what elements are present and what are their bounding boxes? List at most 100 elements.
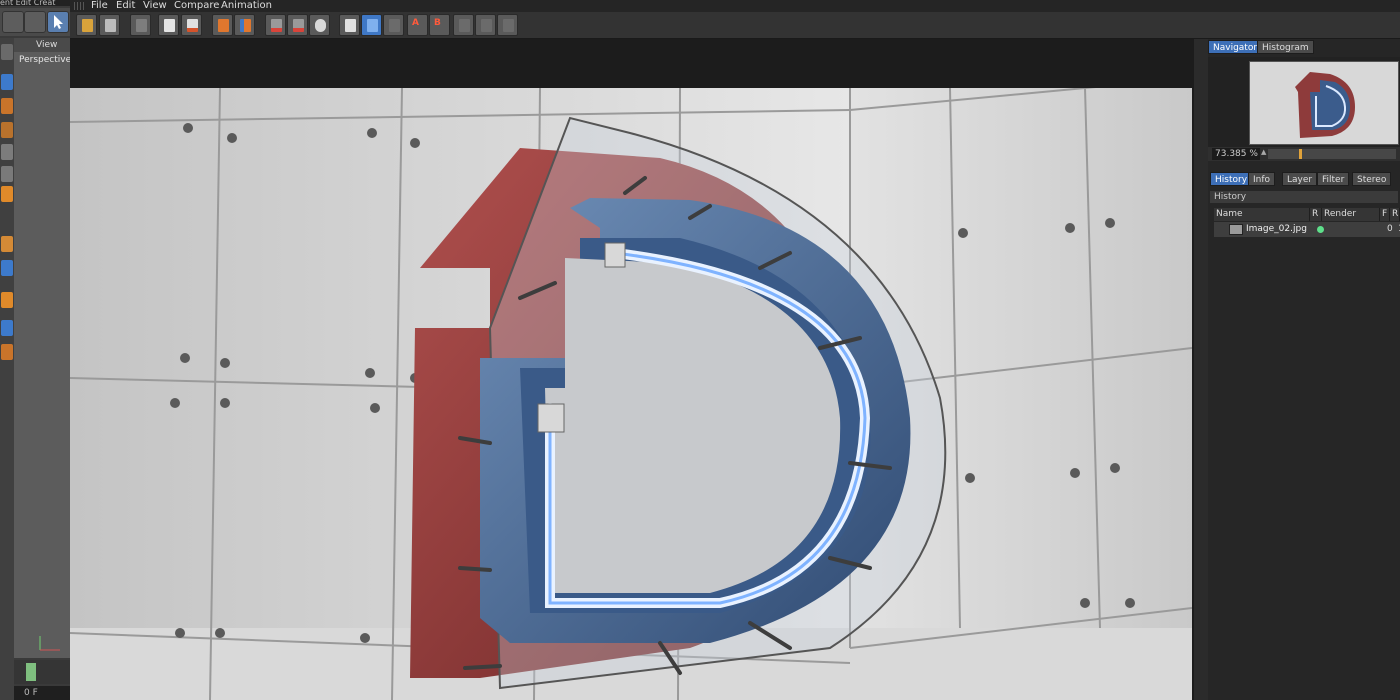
render-region-icon — [293, 19, 304, 32]
select-tool-button[interactable] — [47, 11, 69, 33]
table-row[interactable]: Image_02.jpg 0 1 — [1214, 222, 1400, 237]
set-a-label: A — [412, 18, 419, 28]
timeline[interactable] — [14, 660, 70, 684]
status-dot-icon — [1317, 226, 1324, 233]
view-menu[interactable]: View — [36, 40, 57, 50]
user-button[interactable] — [181, 14, 202, 36]
render-view-icon — [271, 19, 282, 32]
layers-icon — [218, 19, 229, 32]
split-icon — [367, 19, 378, 32]
light-icon[interactable] — [1, 260, 13, 276]
col-render-time[interactable]: Render Time — [1322, 208, 1380, 232]
compare-split-button[interactable] — [361, 14, 382, 36]
tab-stereo[interactable]: Stereo — [1352, 172, 1392, 186]
zoom-row: 73.385 % ▲ — [1208, 147, 1400, 161]
stereo-button[interactable] — [497, 14, 518, 36]
menu-bar: File Edit View Compare Animation — [70, 0, 1400, 12]
navigator-thumbnail[interactable] — [1249, 61, 1399, 145]
tab-histogram[interactable]: Histogram — [1257, 40, 1314, 54]
layers-down-icon — [240, 19, 251, 32]
editor-left-strip: ent Edit Creat View Perspective 0 F — [0, 0, 71, 700]
ab-compare-button[interactable] — [339, 14, 360, 36]
generator-icon[interactable] — [1, 144, 13, 160]
navigator-tabs: Navigator Histogram — [1208, 39, 1400, 55]
camera-icon[interactable] — [1, 236, 13, 252]
zoom-field[interactable]: 73.385 % — [1212, 148, 1260, 160]
paint-icon[interactable] — [1, 344, 13, 360]
right-panel: Navigator Histogram 73.385 % ▲ History I — [1208, 39, 1400, 700]
tab-filter[interactable]: Filter — [1317, 172, 1350, 186]
timeline-marker[interactable] — [26, 663, 36, 681]
deformer-icon[interactable] — [1, 166, 13, 182]
redo-button[interactable] — [24, 11, 46, 33]
move-icon[interactable] — [1, 44, 13, 60]
layer-up-button[interactable] — [212, 14, 233, 36]
thumbnail-image — [1250, 62, 1398, 144]
menu-edit[interactable]: Edit — [116, 0, 135, 12]
tab-layer[interactable]: Layer — [1282, 172, 1318, 186]
set-b-button[interactable]: B — [429, 14, 450, 36]
fit-button[interactable] — [453, 14, 474, 36]
cube-icon[interactable] — [1, 74, 13, 90]
menu-compare[interactable]: Compare — [174, 0, 219, 12]
editor-menu[interactable]: ent Edit Creat — [0, 0, 70, 6]
disk-icon — [105, 19, 116, 32]
menu-animation[interactable]: Animation — [221, 0, 272, 12]
neon-letter-render — [70, 88, 1192, 700]
render-view-button[interactable] — [265, 14, 286, 36]
history-section-label: History — [1210, 191, 1398, 203]
render-image[interactable] — [70, 88, 1192, 700]
menu-view[interactable]: View — [143, 0, 167, 12]
panel-divider[interactable] — [1194, 39, 1208, 700]
navigator-area — [1208, 57, 1400, 149]
col-r2[interactable]: R — [1390, 208, 1400, 221]
render-settings-button[interactable] — [309, 14, 330, 36]
undo-button[interactable] — [2, 11, 24, 33]
set-a-button[interactable]: A — [407, 14, 428, 36]
history-tabs: History Info Layer Filter Stereo — [1208, 171, 1400, 187]
stereo-icon — [503, 19, 514, 32]
editor-toolbar — [0, 8, 70, 36]
tab-history[interactable]: History — [1210, 172, 1253, 186]
fullscreen-button[interactable] — [475, 14, 496, 36]
swap-icon — [389, 19, 400, 32]
folder-icon — [82, 19, 93, 32]
row-name: Image_02.jpg — [1246, 224, 1307, 234]
zoom-slider[interactable] — [1268, 149, 1396, 159]
editor-tool-column — [0, 38, 14, 700]
spline-icon[interactable] — [1, 122, 13, 138]
history-table-header: Name R Render Time F R — [1214, 208, 1400, 232]
checker-icon[interactable] — [1, 98, 13, 114]
toolbar: A B — [70, 12, 1400, 39]
workplane-icon[interactable] — [1, 320, 13, 336]
zoom-slider-knob[interactable] — [1299, 149, 1302, 159]
gear-icon — [315, 19, 326, 32]
render-frame — [70, 39, 1194, 700]
snap-icon[interactable] — [1, 292, 13, 308]
open-button[interactable] — [76, 14, 97, 36]
layer-down-button[interactable] — [234, 14, 255, 36]
viewport-menu: View — [14, 38, 70, 52]
frame-field[interactable]: 0 F — [14, 686, 70, 700]
col-r[interactable]: R — [1310, 208, 1322, 221]
col-f[interactable]: F — [1380, 208, 1390, 221]
save-button[interactable] — [99, 14, 120, 36]
col-name[interactable]: Name — [1214, 208, 1310, 221]
tab-info[interactable]: Info — [1248, 172, 1276, 186]
fit-icon — [459, 19, 470, 32]
compare-swap-button[interactable] — [383, 14, 404, 36]
axis-gizmo-icon — [39, 636, 60, 651]
tab-navigator[interactable]: Navigator — [1208, 40, 1263, 54]
render-region-button[interactable] — [287, 14, 308, 36]
grid-button[interactable] — [130, 14, 151, 36]
menu-file[interactable]: File — [91, 0, 108, 12]
move-button[interactable] — [158, 14, 179, 36]
editor-viewport[interactable]: Perspective — [14, 52, 71, 658]
grid-icon — [136, 19, 147, 32]
move-icon — [164, 19, 175, 32]
image-thumbnail-icon — [1229, 224, 1243, 235]
picture-viewer-window: ent Edit Creat View Perspective 0 F File… — [0, 0, 1400, 700]
row-render-time: 0 — [1387, 224, 1393, 234]
zoom-stepper-icon[interactable]: ▲ — [1261, 148, 1266, 156]
scene-icon[interactable] — [1, 186, 13, 202]
